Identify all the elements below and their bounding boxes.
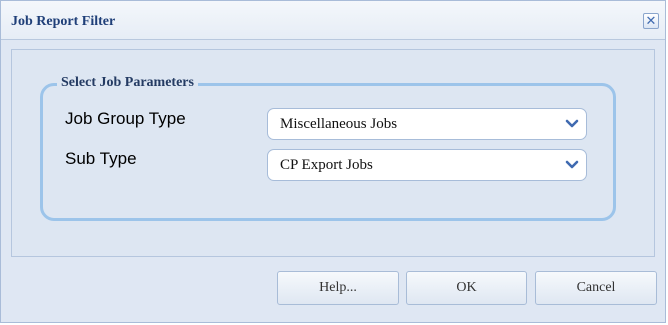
close-icon: ✕	[645, 14, 657, 29]
sub-type-select[interactable]: CP Export Jobs	[267, 149, 587, 181]
close-button[interactable]: ✕	[643, 13, 659, 29]
title-bar: Job Report Filter ✕	[1, 1, 665, 40]
chevron-down-icon	[565, 119, 579, 128]
dialog-content: Select Job Parameters Job Group Type Mis…	[11, 49, 655, 257]
help-button[interactable]: Help...	[277, 271, 399, 305]
job-group-type-value: Miscellaneous Jobs	[280, 116, 398, 132]
job-group-type-select[interactable]: Miscellaneous Jobs	[267, 108, 587, 140]
job-group-type-label: Job Group Type	[65, 109, 186, 128]
ok-button[interactable]: OK	[406, 271, 527, 305]
sub-type-value: CP Export Jobs	[280, 157, 373, 173]
job-parameters-fieldset: Select Job Parameters Job Group Type Mis…	[40, 75, 616, 221]
fieldset-legend: Select Job Parameters	[57, 75, 198, 91]
job-report-filter-dialog: Job Report Filter ✕ Select Job Parameter…	[0, 0, 666, 323]
cancel-button[interactable]: Cancel	[535, 271, 657, 305]
sub-type-label: Sub Type	[65, 149, 137, 168]
chevron-down-icon	[565, 160, 579, 169]
dialog-title: Job Report Filter	[11, 14, 116, 29]
